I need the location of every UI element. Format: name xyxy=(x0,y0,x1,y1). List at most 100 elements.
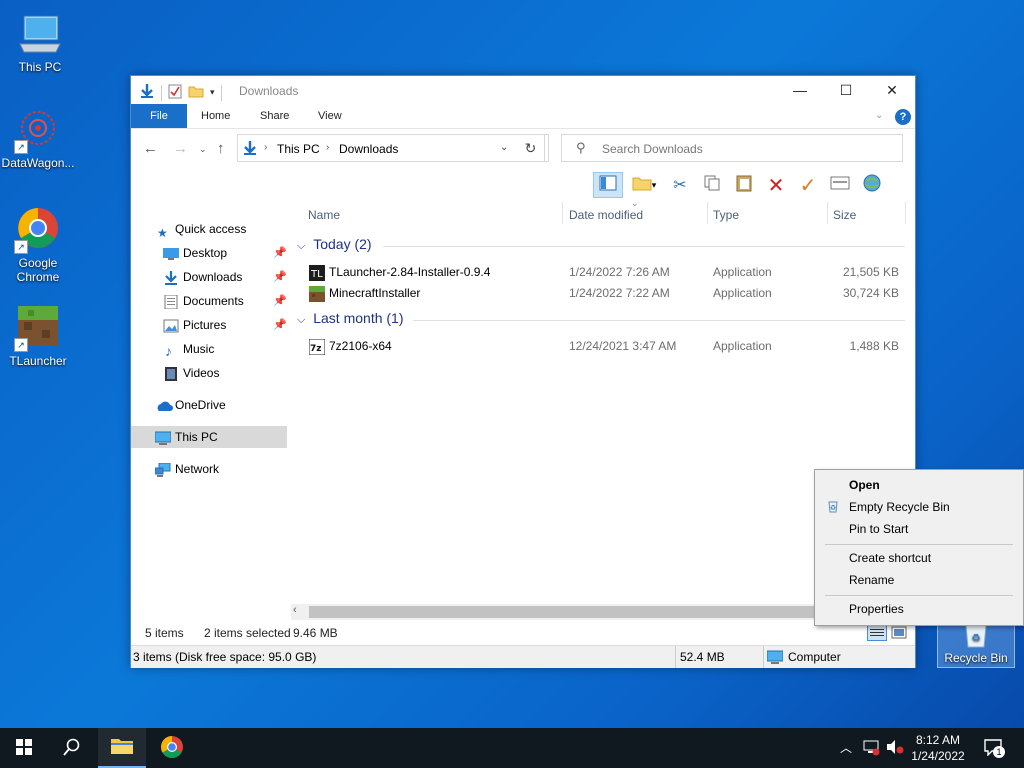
column-separator[interactable] xyxy=(562,202,563,224)
desktop-icon-datawagon[interactable]: ↗ DataWagon... xyxy=(0,106,76,170)
breadcrumb-downloads[interactable]: Downloads xyxy=(339,142,398,156)
forward-arrow-icon[interactable]: → xyxy=(173,140,188,157)
maximize-button[interactable]: ☐ xyxy=(823,76,869,104)
tab-share[interactable]: Share xyxy=(260,104,289,128)
file-name: MinecraftInstaller xyxy=(329,286,421,300)
refresh-button[interactable]: ↻ xyxy=(517,134,545,162)
datawagon-icon: ↗ xyxy=(14,106,62,154)
desktop-icon-recycle-bin[interactable]: ♻ Recycle Bin xyxy=(937,622,1015,668)
action-center-button[interactable]: 1 xyxy=(984,738,1005,759)
file-name: 7z2106-x64 xyxy=(329,339,392,353)
column-header-type[interactable]: Type xyxy=(713,208,739,222)
downloads-arrow-icon[interactable] xyxy=(139,83,155,102)
pin-icon[interactable]: 📌 xyxy=(273,290,287,312)
nav-item-music[interactable]: ♪ Music xyxy=(131,338,287,360)
close-button[interactable]: ✕ xyxy=(869,76,915,104)
network-status-icon[interactable] xyxy=(862,740,880,759)
column-separator[interactable] xyxy=(827,202,828,224)
nav-item-documents[interactable]: Documents 📌 xyxy=(131,290,287,312)
column-separator[interactable] xyxy=(707,202,708,224)
address-bar[interactable]: › This PC › Downloads ⌄ xyxy=(237,134,549,162)
new-folder-button[interactable]: ▾ xyxy=(625,172,663,198)
nav-item-desktop[interactable]: Desktop 📌 xyxy=(131,242,287,264)
menu-item-create-shortcut[interactable]: Create shortcut xyxy=(849,551,931,565)
group-header-last-month[interactable]: ⌵ Last month (1) xyxy=(297,310,404,327)
properties-button[interactable] xyxy=(825,172,855,198)
title-bar[interactable]: ▾ Downloads — ☐ ✕ xyxy=(131,76,915,104)
cut-button[interactable]: ✂ xyxy=(665,172,695,198)
expand-ribbon-icon[interactable]: ⌄ xyxy=(875,104,883,128)
nav-item-label: Documents xyxy=(183,294,244,308)
nav-item-downloads[interactable]: Downloads 📌 xyxy=(131,266,287,288)
help-button[interactable]: ? xyxy=(895,109,911,125)
computer-icon xyxy=(766,650,784,667)
rename-check-button[interactable]: ✓ xyxy=(793,172,823,198)
column-header-date-modified[interactable]: Date modified xyxy=(569,208,643,222)
copy-button[interactable] xyxy=(697,172,727,198)
menu-item-open[interactable]: Open xyxy=(849,478,880,492)
breadcrumb-this-pc[interactable]: This PC xyxy=(277,142,320,156)
back-arrow-icon[interactable]: ← xyxy=(143,140,158,157)
pin-icon[interactable]: 📌 xyxy=(273,266,287,288)
nav-item-pictures[interactable]: Pictures 📌 xyxy=(131,314,287,336)
recent-locations-chevron-icon[interactable]: ⌄ xyxy=(199,144,207,155)
nav-item-label: Music xyxy=(183,342,215,356)
volume-muted-icon[interactable] xyxy=(886,739,904,758)
tab-home[interactable]: Home xyxy=(201,104,230,128)
show-hidden-icons-chevron-icon[interactable]: ︿ xyxy=(840,739,852,756)
nav-item-quick-access[interactable]: ★ Quick access xyxy=(131,218,287,240)
cloud-icon xyxy=(155,398,173,412)
preview-pane-button[interactable] xyxy=(593,172,623,198)
menu-item-rename[interactable]: Rename xyxy=(849,573,894,587)
address-dropdown-chevron-icon[interactable]: ⌄ xyxy=(500,142,508,153)
nav-item-this-pc[interactable]: This PC xyxy=(131,426,287,448)
table-row[interactable]: 7z 7z2106-x64 12/24/2021 3:47 AM Applica… xyxy=(291,336,911,356)
pin-icon[interactable]: 📌 xyxy=(273,314,287,336)
group-divider xyxy=(413,320,905,321)
taskbar-chrome[interactable] xyxy=(148,728,196,768)
menu-item-empty-recycle-bin[interactable]: Empty Recycle Bin xyxy=(849,500,950,514)
properties-check-icon[interactable] xyxy=(168,83,182,102)
desktop-icon-google-chrome[interactable]: ↗ Google Chrome xyxy=(0,206,76,284)
start-button[interactable] xyxy=(0,728,48,768)
delete-button[interactable]: ✕ xyxy=(761,172,791,198)
customize-toolbar-icon[interactable]: ▾ xyxy=(210,87,215,98)
group-header-today[interactable]: ⌵ Today (2) xyxy=(297,236,372,253)
scroll-left-arrow-icon[interactable]: ‹ xyxy=(293,604,297,616)
scrollbar-thumb[interactable] xyxy=(309,606,829,618)
new-folder-icon[interactable] xyxy=(188,83,204,102)
nav-item-onedrive[interactable]: OneDrive xyxy=(131,394,287,416)
details-view-icon[interactable] xyxy=(867,625,887,644)
network-globe-button[interactable] xyxy=(857,172,887,198)
desktop-icon-tlauncher[interactable]: ↗ TLauncher xyxy=(0,304,76,368)
menu-item-pin-to-start[interactable]: Pin to Start xyxy=(849,522,908,536)
desktop-icon-this-pc[interactable]: This PC xyxy=(2,10,78,74)
menu-item-properties[interactable]: Properties xyxy=(849,602,904,616)
table-row[interactable]: TL TLauncher-2.84-Installer-0.9.4 1/24/2… xyxy=(291,262,911,282)
taskbar-file-explorer[interactable] xyxy=(98,728,146,768)
column-header-name[interactable]: Name xyxy=(308,208,340,222)
desktop-icon-label: TLauncher xyxy=(9,354,67,368)
windows-logo-icon xyxy=(16,738,32,758)
search-button[interactable] xyxy=(48,728,96,768)
system-clock[interactable]: 8:12 AM 1/24/2022 xyxy=(906,732,970,764)
column-separator[interactable] xyxy=(905,202,906,224)
7zip-file-icon: 7z xyxy=(308,338,326,356)
divider xyxy=(161,84,162,101)
up-arrow-icon[interactable]: ↑ xyxy=(217,140,225,157)
nav-item-videos[interactable]: Videos xyxy=(131,362,287,384)
tab-file[interactable]: File xyxy=(131,104,187,128)
tab-view[interactable]: View xyxy=(318,104,342,128)
large-icons-view-icon[interactable] xyxy=(891,625,907,644)
table-row[interactable]: MinecraftInstaller 1/24/2022 7:22 AM App… xyxy=(291,283,911,303)
nav-item-label: Downloads xyxy=(183,270,243,284)
pin-icon[interactable]: 📌 xyxy=(273,242,287,264)
minimize-button[interactable]: — xyxy=(777,76,823,104)
search-box[interactable]: ⚲ Search Downloads xyxy=(561,134,903,162)
paste-button[interactable] xyxy=(729,172,759,198)
nav-item-network[interactable]: Network xyxy=(131,458,287,480)
column-header-size[interactable]: Size xyxy=(833,208,856,222)
search-icon: ⚲ xyxy=(576,140,586,155)
file-date: 1/24/2022 7:22 AM xyxy=(569,286,670,300)
nav-item-label: Quick access xyxy=(175,222,247,236)
